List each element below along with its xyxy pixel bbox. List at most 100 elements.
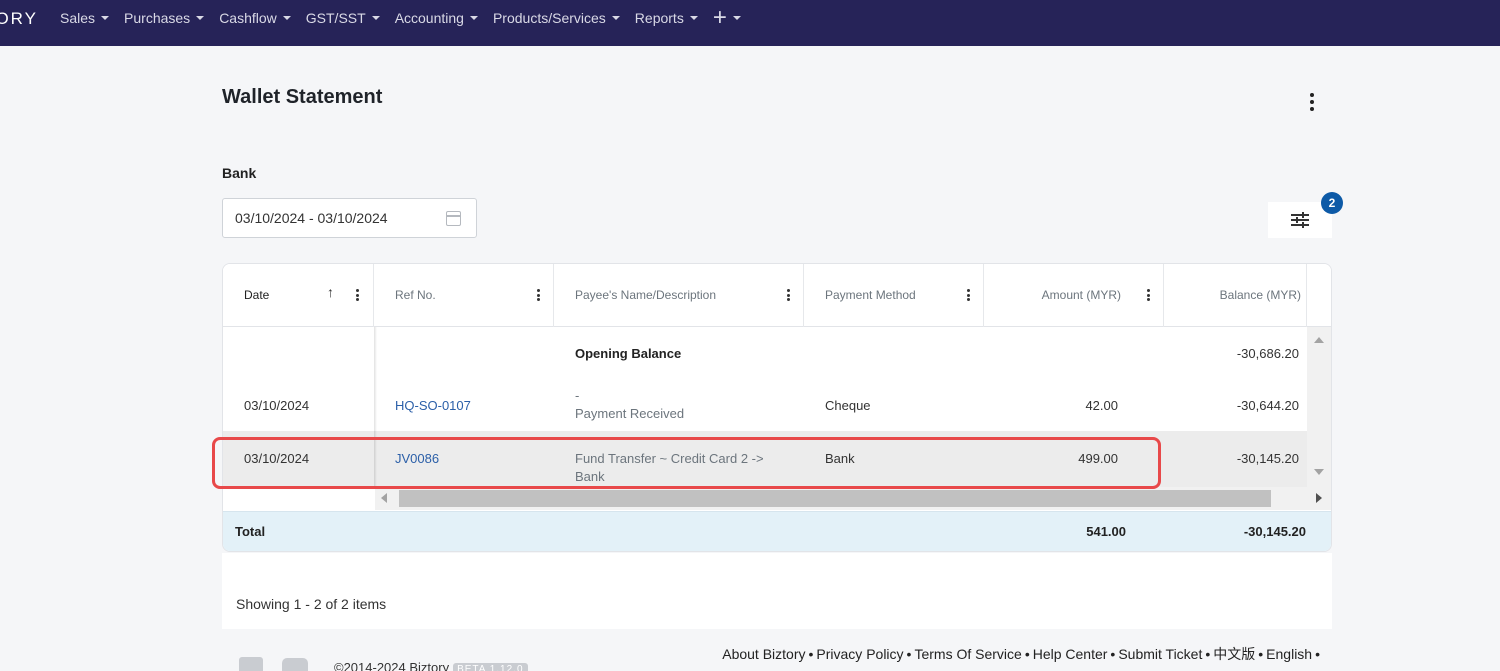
- nav-item-products-services[interactable]: Products/Services: [493, 10, 620, 26]
- chevron-down-icon: [101, 16, 110, 20]
- nav-item-label: Purchases: [124, 10, 191, 26]
- table-row-selected[interactable]: 03/10/2024 JV0086 Fund Transfer ~ Credit…: [223, 431, 1307, 487]
- nav-item-label: Products/Services: [492, 10, 606, 26]
- nav-item-accounting[interactable]: Accounting: [395, 10, 478, 26]
- row-payee-line2: Bank: [575, 469, 605, 484]
- row-balance: -30,644.20: [1236, 398, 1299, 413]
- total-row: Total 541.00 -30,145.20: [223, 511, 1331, 551]
- horizontal-scrollbar[interactable]: [375, 487, 1331, 510]
- column-header-amount[interactable]: Amount (MYR): [984, 264, 1164, 327]
- pager-info: Showing 1 - 2 of 2 items: [236, 596, 387, 612]
- row-payee-line1: Fund Transfer ~ Credit Card 2 ->: [575, 451, 764, 466]
- opening-balance-row[interactable]: Opening Balance -30,686.20: [223, 327, 1307, 379]
- row-amount: 499.00: [1078, 451, 1118, 466]
- pager: Showing 1 - 2 of 2 items: [222, 553, 1332, 629]
- nav-item-label: Reports: [634, 10, 684, 26]
- chevron-down-icon: [611, 16, 620, 20]
- nav-menu: Sales Purchases Cashflow GST/SST Account…: [60, 0, 756, 36]
- row-date: 03/10/2024: [244, 398, 310, 413]
- column-header-label: Amount (MYR): [1041, 288, 1121, 302]
- column-menu-icon[interactable]: [966, 289, 970, 301]
- footer-link-help[interactable]: Help Center: [1033, 646, 1108, 662]
- sliders-icon: [1291, 212, 1309, 228]
- grid-body: Opening Balance -30,686.20 03/10/2024 HQ…: [223, 327, 1331, 511]
- total-label: Total: [235, 524, 266, 539]
- table-row[interactable]: 03/10/2024 HQ-SO-0107 - Payment Received…: [223, 379, 1307, 431]
- footer-link-chinese[interactable]: 中文版: [1213, 646, 1255, 662]
- row-date: 03/10/2024: [244, 451, 310, 466]
- youtube-icon[interactable]: [282, 658, 308, 671]
- total-balance: -30,145.20: [1243, 524, 1306, 539]
- footer-link-ticket[interactable]: Submit Ticket: [1118, 646, 1202, 662]
- copyright-text: ©2014-2024 Biztory: [334, 660, 450, 671]
- opening-balance-label: Opening Balance: [575, 346, 682, 361]
- date-range-value: 03/10/2024 - 03/10/2024: [235, 210, 388, 226]
- row-payment-method: Bank: [825, 451, 855, 466]
- footer-links: About Biztory • Privacy Policy • Terms Of Se…: [722, 646, 1320, 662]
- nav-item-quick-add[interactable]: +: [712, 4, 741, 31]
- nav-item-purchases[interactable]: Purchases: [124, 10, 205, 26]
- facebook-icon[interactable]: [239, 657, 263, 671]
- grid-header: Date ↑ Ref No. Payee's Name/Description …: [223, 264, 1331, 327]
- chevron-down-icon: [196, 16, 205, 20]
- nav-item-reports[interactable]: Reports: [635, 10, 698, 26]
- total-amount: 541.00: [1086, 524, 1126, 539]
- nav-item-sales[interactable]: Sales: [60, 10, 110, 26]
- footer-link-about[interactable]: About Biztory: [722, 646, 805, 662]
- scroll-up-icon[interactable]: [1314, 337, 1324, 343]
- nav-item-label: GST/SST: [305, 10, 366, 26]
- vertical-scrollbar[interactable]: [1307, 327, 1331, 487]
- column-header-label: Balance (MYR): [1219, 288, 1301, 302]
- brand-name: BIZTORY: [0, 9, 38, 28]
- row-ref-link[interactable]: HQ-SO-0107: [395, 398, 471, 413]
- nav-item-label: Accounting: [394, 10, 464, 26]
- copyright: ©2014-2024 Biztory BETA 1.12.0: [334, 660, 528, 671]
- chevron-down-icon: [469, 16, 478, 20]
- row-payee-line1: -: [575, 388, 580, 403]
- column-header-ref[interactable]: Ref No.: [374, 264, 554, 327]
- filter-count-badge: 2: [1321, 192, 1343, 214]
- column-header-payee[interactable]: Payee's Name/Description: [554, 264, 804, 327]
- chevron-down-icon: [282, 16, 291, 20]
- column-menu-icon[interactable]: [1146, 289, 1150, 301]
- plus-icon: +: [712, 4, 727, 31]
- scroll-left-icon[interactable]: [381, 493, 387, 503]
- row-ref-link[interactable]: JV0086: [395, 451, 439, 466]
- column-header-label: Date: [244, 288, 270, 302]
- column-header-label: Payment Method: [825, 288, 916, 302]
- chevron-down-icon: [371, 16, 380, 20]
- column-header-balance[interactable]: Balance (MYR): [1164, 264, 1307, 327]
- statement-grid: Date ↑ Ref No. Payee's Name/Description …: [222, 263, 1332, 552]
- footer-link-english[interactable]: English: [1266, 646, 1312, 662]
- column-menu-icon[interactable]: [786, 289, 790, 301]
- calendar-icon[interactable]: [446, 211, 461, 226]
- column-header-date[interactable]: Date ↑: [223, 264, 374, 327]
- version-badge: BETA 1.12.0: [453, 663, 528, 671]
- footer-link-privacy[interactable]: Privacy Policy: [816, 646, 903, 662]
- scrollbar-thumb[interactable]: [399, 490, 1271, 507]
- column-header-label: Payee's Name/Description: [575, 288, 717, 302]
- row-amount: 42.00: [1085, 398, 1118, 413]
- top-nav: BIZTORY Sales Purchases Cashflow GST/SST…: [0, 0, 1500, 46]
- row-payment-method: Cheque: [825, 398, 871, 413]
- nav-item-label: Sales: [60, 10, 96, 26]
- chevron-down-icon: [689, 16, 698, 20]
- row-payee-line2: Payment Received: [575, 406, 685, 421]
- opening-balance-value: -30,686.20: [1236, 346, 1299, 361]
- chevron-down-icon: [732, 16, 741, 20]
- nav-item-gst-sst[interactable]: GST/SST: [306, 10, 380, 26]
- sort-ascending-icon[interactable]: ↑: [327, 284, 334, 300]
- column-header-payment-method[interactable]: Payment Method: [804, 264, 984, 327]
- brand-logo[interactable]: BIZTORY: [0, 0, 46, 46]
- column-menu-icon[interactable]: [536, 289, 540, 301]
- page-title: Wallet Statement: [222, 86, 383, 108]
- scroll-right-icon[interactable]: [1316, 493, 1322, 503]
- footer-link-terms[interactable]: Terms Of Service: [914, 646, 1021, 662]
- column-menu-icon[interactable]: [355, 289, 359, 301]
- nav-item-cashflow[interactable]: Cashflow: [219, 10, 291, 26]
- more-options-icon[interactable]: [1300, 90, 1324, 114]
- account-label: Bank: [222, 165, 257, 181]
- date-range-input[interactable]: 03/10/2024 - 03/10/2024: [222, 198, 477, 238]
- frozen-column-divider: [374, 327, 377, 487]
- scroll-down-icon[interactable]: [1314, 469, 1324, 475]
